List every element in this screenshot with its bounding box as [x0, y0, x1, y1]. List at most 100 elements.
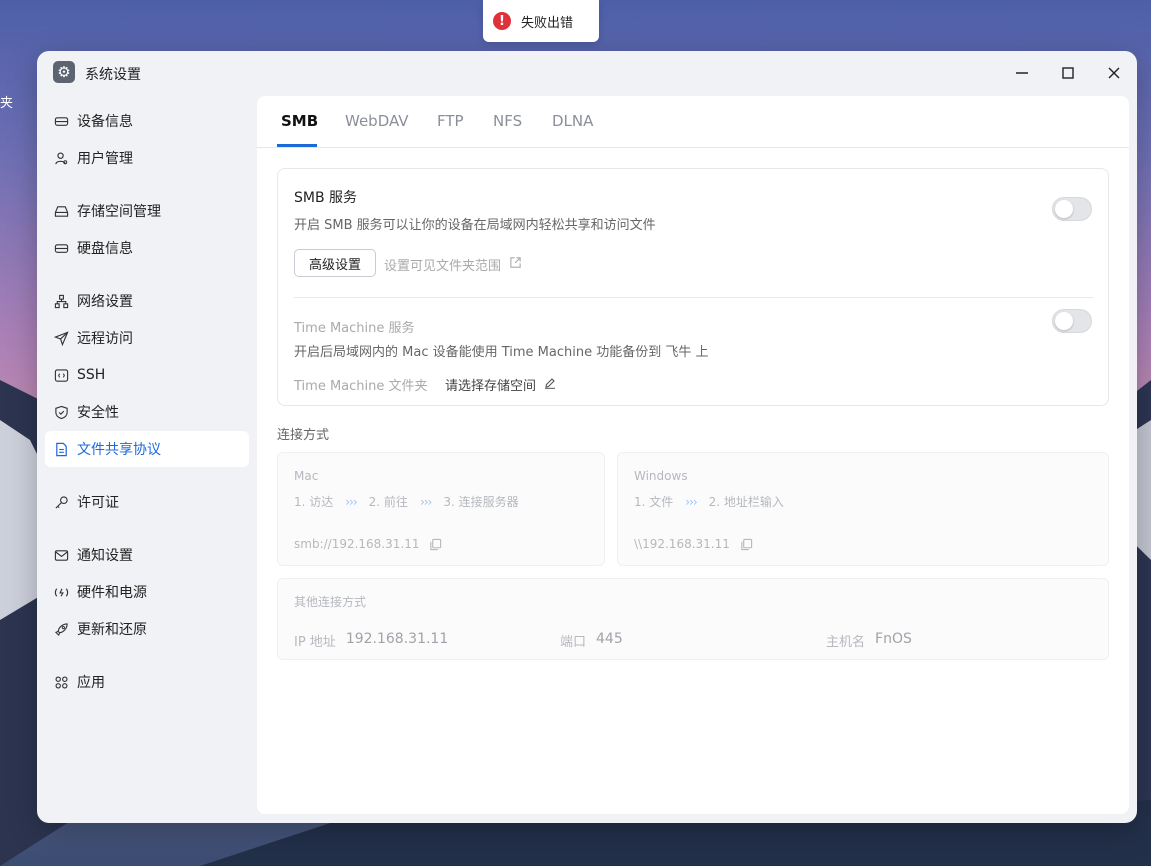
main-panel: SMB WebDAV FTP NFS DLNA SMB 服务 开启 SMB 服务… [257, 96, 1129, 814]
toast-message: 失败出错 [521, 15, 574, 31]
connection-section-label: 连接方式 [277, 428, 330, 443]
sidebar-item-label: 更新和还原 [77, 622, 147, 638]
other-connection-title: 其他连接方式 [294, 595, 367, 609]
ip-address-label: IP 地址 [294, 635, 336, 650]
mac-step-2: 2. 前往 [368, 495, 408, 509]
sidebar-item-label: 应用 [77, 675, 105, 691]
drive-icon [53, 113, 69, 129]
sidebar-item-label: 硬盘信息 [77, 241, 133, 257]
sidebar-item-label: 远程访问 [77, 331, 133, 347]
active-tab-indicator [277, 144, 317, 147]
mac-address: smb://192.168.31.11 [294, 537, 442, 551]
sidebar-item-ssh[interactable]: SSH [45, 357, 249, 393]
sidebar-item-network[interactable]: 网络设置 [45, 283, 249, 319]
smb-service-toggle[interactable] [1052, 197, 1092, 221]
step-arrow: ››› [419, 494, 432, 509]
document-icon [53, 441, 69, 457]
sidebar-item-label: 存储空间管理 [77, 204, 161, 220]
sidebar-item-remote-access[interactable]: 远程访问 [45, 320, 249, 356]
disk-icon [53, 240, 69, 256]
shield-icon [53, 404, 69, 420]
hostname-label: 主机名 [826, 635, 866, 650]
send-icon [53, 330, 69, 346]
hostname-value: FnOS [875, 631, 912, 647]
sidebar-item-apps[interactable]: 应用 [45, 664, 249, 700]
card-divider [294, 297, 1094, 298]
sidebar-item-file-sharing[interactable]: 文件共享协议 [45, 431, 249, 467]
protocol-tabs: SMB WebDAV FTP NFS DLNA [257, 96, 1129, 148]
maximize-button[interactable] [1056, 61, 1080, 85]
close-button[interactable] [1102, 61, 1126, 85]
other-connection-card: 其他连接方式 IP 地址 192.168.31.11 端口 445 主机名 Fn… [277, 578, 1109, 660]
sidebar-item-notifications[interactable]: 通知设置 [45, 537, 249, 573]
time-machine-toggle[interactable] [1052, 309, 1092, 333]
sidebar-item-update-restore[interactable]: 更新和还原 [45, 611, 249, 647]
rocket-icon [53, 621, 69, 637]
sidebar-item-label: SSH [77, 367, 106, 383]
edit-icon [544, 377, 556, 393]
time-machine-title: Time Machine 服务 [294, 321, 415, 336]
mac-connection-card: Mac 1. 访达 ››› 2. 前往 ››› 3. 连接服务器 smb://1… [277, 452, 605, 566]
external-link-icon [509, 256, 522, 273]
step-arrow: ››› [345, 494, 357, 509]
sidebar-item-label: 用户管理 [77, 151, 133, 167]
port-label: 端口 [560, 635, 587, 650]
time-machine-folder-select[interactable]: 请选择存储空间 [445, 375, 556, 394]
mac-address-value: smb://192.168.31.11 [294, 537, 420, 551]
time-machine-folder-value: 请选择存储空间 [445, 379, 537, 394]
sidebar-item-security[interactable]: 安全性 [45, 394, 249, 430]
tab-nfs[interactable]: NFS [493, 112, 522, 148]
mail-icon [53, 547, 69, 563]
minimize-button[interactable] [1010, 61, 1034, 85]
sidebar-item-label: 网络设置 [77, 294, 133, 310]
sidebar-item-disks[interactable]: 硬盘信息 [45, 230, 249, 266]
gear-icon: ⚙ [53, 61, 75, 83]
windows-address: \\192.168.31.11 [634, 537, 753, 551]
sidebar-item-hardware-power[interactable]: 硬件和电源 [45, 574, 249, 610]
network-icon [53, 293, 69, 309]
copy-icon[interactable] [740, 538, 753, 551]
sidebar-item-label: 设备信息 [77, 114, 133, 130]
visible-folder-range-label: 设置可见文件夹范围 [384, 259, 502, 274]
smb-service-card: SMB 服务 开启 SMB 服务可以让你的设备在局域网内轻松共享和访问文件 高级… [277, 168, 1109, 406]
smb-service-title: SMB 服务 [294, 190, 358, 206]
sidebar-item-label: 通知设置 [77, 548, 133, 564]
port-value: 445 [596, 631, 623, 647]
windows-connection-card: Windows 1. 文件 ››› 2. 地址栏输入 \\192.168.31.… [617, 452, 1109, 566]
window-title: 系统设置 [85, 67, 141, 83]
tab-ftp[interactable]: FTP [437, 112, 464, 148]
copy-icon[interactable] [429, 538, 442, 551]
visible-folder-range-link[interactable]: 设置可见文件夹范围 [384, 255, 522, 274]
sidebar-item-label: 硬件和电源 [77, 585, 147, 601]
mac-steps: 1. 访达 ››› 2. 前往 ››› 3. 连接服务器 [294, 493, 519, 510]
error-toast: ! 失败出错 [483, 0, 599, 42]
windows-address-value: \\192.168.31.11 [634, 537, 730, 551]
desktop-folder-label[interactable]: 夹 [0, 92, 13, 111]
sidebar-item-label: 安全性 [77, 405, 119, 421]
apps-icon [53, 674, 69, 690]
tab-dlna[interactable]: DLNA [552, 112, 593, 148]
windows-os-label: Windows [634, 469, 688, 483]
advanced-settings-button[interactable]: 高级设置 [294, 249, 376, 277]
terminal-icon [53, 367, 69, 383]
sidebar-item-license[interactable]: 许可证 [45, 484, 249, 520]
sidebar-item-users[interactable]: 用户管理 [45, 140, 249, 176]
sidebar-item-label: 许可证 [77, 495, 119, 511]
error-icon: ! [493, 12, 511, 30]
hostname-field: 主机名 FnOS [826, 631, 912, 650]
mac-step-3: 3. 连接服务器 [443, 495, 519, 509]
users-icon [53, 150, 69, 166]
titlebar: ⚙ 系统设置 [37, 51, 1137, 95]
tab-webdav[interactable]: WebDAV [345, 112, 409, 148]
sidebar-item-storage[interactable]: 存储空间管理 [45, 193, 249, 229]
sidebar-item-device-info[interactable]: 设备信息 [45, 103, 249, 139]
tab-smb[interactable]: SMB [281, 112, 318, 148]
ip-address-field: IP 地址 192.168.31.11 [294, 631, 448, 650]
time-machine-desc: 开启后局域网内的 Mac 设备能使用 Time Machine 功能备份到 飞牛… [294, 345, 709, 360]
port-field: 端口 445 [560, 631, 623, 650]
windows-step-1: 1. 文件 [634, 495, 674, 509]
storage-icon [53, 203, 69, 219]
smb-service-desc: 开启 SMB 服务可以让你的设备在局域网内轻松共享和访问文件 [294, 218, 656, 233]
power-icon [53, 584, 69, 600]
sidebar-item-label: 文件共享协议 [77, 442, 161, 458]
